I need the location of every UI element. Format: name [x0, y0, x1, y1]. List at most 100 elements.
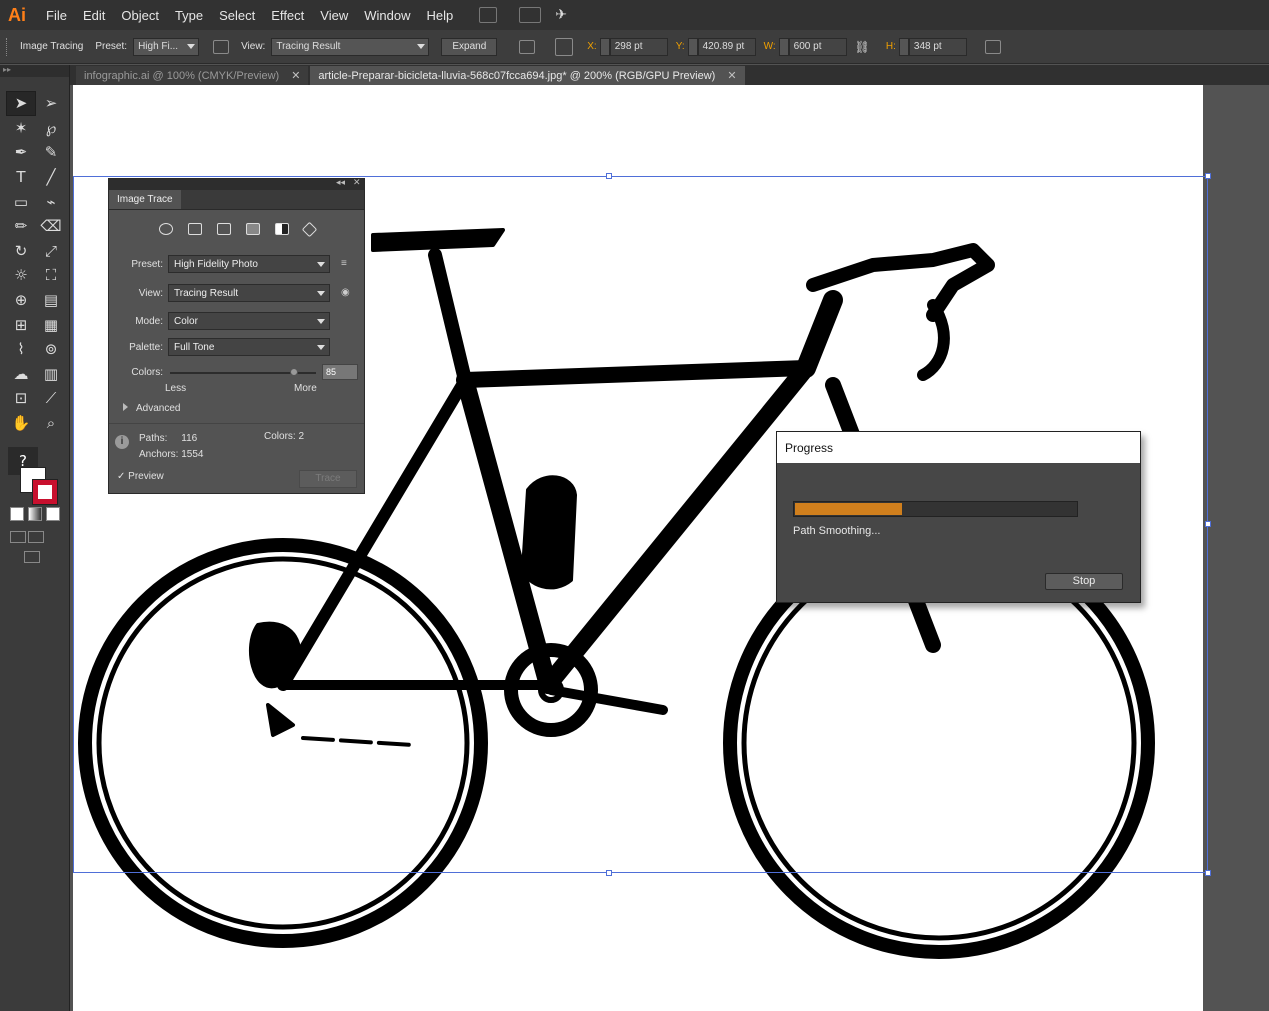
direct-selection-tool-icon[interactable]: ➢ [36, 91, 66, 116]
grayscale-icon[interactable] [245, 223, 260, 235]
expand-button[interactable]: Expand [441, 37, 498, 56]
artboard-tool-icon[interactable]: ⊡ [6, 386, 36, 411]
rectangle-tool-icon[interactable]: ▭ [6, 189, 36, 214]
rotate-tool-icon[interactable]: ↻ [6, 239, 36, 264]
w-field[interactable]: 600 pt [788, 37, 847, 56]
zoom-tool-icon[interactable]: ⌕ [36, 411, 66, 436]
black-and-white-icon[interactable] [274, 223, 289, 235]
preview-checkbox[interactable]: ✓ Preview [117, 471, 164, 482]
advanced-toggle[interactable]: Advanced [123, 403, 180, 414]
preset-dropdown[interactable]: High Fi... [133, 37, 200, 56]
sync-icon[interactable]: ✈ [555, 7, 567, 23]
shape-builder-tool-icon[interactable]: ⊕ [6, 288, 36, 313]
menu-select[interactable]: Select [211, 8, 263, 23]
pen-tool-icon[interactable]: ✒ [6, 140, 36, 165]
close-icon[interactable]: ✕ [353, 177, 361, 188]
x-spinner[interactable] [599, 37, 610, 56]
symbol-tool-icon[interactable]: ☁ [6, 362, 36, 387]
screen-mode-icon[interactable] [24, 551, 40, 563]
curvature-tool-icon[interactable]: ✎ [36, 140, 66, 165]
magic-wand-tool-icon[interactable]: ✶ [6, 116, 36, 141]
type-tool-icon[interactable]: T [6, 165, 36, 190]
document-tab[interactable]: infographic.ai @ 100% (CMYK/Preview) ✕ [76, 66, 309, 85]
selection-handle-top-right[interactable] [1205, 173, 1211, 179]
menu-object[interactable]: Object [113, 8, 167, 23]
trace-button[interactable]: Trace [299, 470, 357, 488]
none-mode-icon[interactable] [46, 507, 60, 521]
selection-tool-icon[interactable]: ➤ [6, 91, 36, 116]
draw-mode-icon[interactable] [10, 531, 26, 543]
selection-handle-right[interactable] [1205, 521, 1211, 527]
blend-tool-icon[interactable]: ⊚ [36, 337, 66, 362]
menu-view[interactable]: View [312, 8, 356, 23]
reference-point-icon[interactable] [555, 37, 574, 56]
close-icon[interactable]: ✕ [727, 69, 736, 82]
preset-menu-icon[interactable]: ≡ [341, 258, 353, 269]
gradient-mode-icon[interactable] [28, 507, 42, 521]
line-segment-tool-icon[interactable]: ╱ [36, 165, 66, 190]
paintbrush-tool-icon[interactable]: ⌁ [36, 189, 66, 214]
draw-behind-icon[interactable] [28, 531, 44, 543]
control-bar-grip[interactable] [6, 37, 10, 56]
y-spinner[interactable] [687, 37, 698, 56]
panel-titlebar[interactable]: ◂◂ ✕ [109, 177, 364, 190]
color-mode-icon[interactable] [10, 507, 24, 521]
outline-icon[interactable] [301, 221, 317, 237]
auto-color-icon[interactable] [158, 223, 173, 235]
eraser-tool-icon[interactable]: ⌫ [36, 214, 66, 239]
image-trace-panel-icon[interactable] [213, 39, 230, 54]
workspace-layout-icon[interactable] [519, 7, 542, 23]
eyedropper-tool-icon[interactable]: ⌇ [6, 337, 36, 362]
document-tab[interactable]: article-Preparar-bicicleta-lluvia-568c07… [310, 66, 745, 85]
menu-help[interactable]: Help [418, 8, 461, 23]
warp-tool-icon[interactable]: ☼ [6, 263, 36, 288]
y-label: Y: [675, 41, 685, 52]
bridge-icon[interactable] [479, 7, 498, 23]
slice-tool-icon[interactable]: ⟋ [36, 386, 66, 411]
stop-button[interactable]: Stop [1045, 573, 1123, 590]
align-icon[interactable] [519, 39, 536, 54]
hand-tool-icon[interactable]: ✋ [6, 411, 36, 436]
mode-select[interactable]: Color [168, 312, 330, 330]
stroke-swatch[interactable] [32, 479, 58, 505]
view-dropdown[interactable]: Tracing Result [271, 37, 430, 56]
symbol-sprayer-tool-icon[interactable]: ▤ [36, 288, 66, 313]
free-transform-tool-icon[interactable]: ⛶ [36, 263, 66, 288]
colors-field[interactable]: 85 [322, 364, 358, 380]
y-field[interactable]: 420.89 pt [697, 37, 756, 56]
mesh-tool-icon[interactable]: ⊞ [6, 312, 36, 337]
menu-edit[interactable]: Edit [75, 8, 113, 23]
gradient-tool-icon[interactable]: ▦ [36, 312, 66, 337]
w-spinner[interactable] [778, 37, 789, 56]
selection-handle-top[interactable] [606, 173, 612, 179]
eye-icon[interactable]: ◉ [341, 287, 353, 298]
menu-file[interactable]: File [38, 8, 75, 23]
high-color-icon[interactable] [187, 223, 202, 235]
graph-tool-icon[interactable]: ▥ [36, 362, 66, 387]
palette-select[interactable]: Full Tone [168, 338, 330, 356]
h-spinner[interactable] [898, 37, 909, 56]
collapse-icon[interactable]: ◂◂ [336, 177, 345, 188]
lasso-tool-icon[interactable]: ℘ [36, 116, 66, 141]
menu-type[interactable]: Type [167, 8, 211, 23]
low-color-icon[interactable] [216, 223, 231, 235]
selection-handle-bottom-right[interactable] [1205, 870, 1211, 876]
menu-effect[interactable]: Effect [263, 8, 312, 23]
document-tabs: infographic.ai @ 100% (CMYK/Preview) ✕ art… [0, 65, 1269, 85]
constrain-proportions-icon[interactable]: ⛓ [855, 40, 870, 54]
paths-value: 116 [181, 433, 198, 444]
progress-dialog: Progress Path Smoothing... Stop [776, 431, 1141, 603]
colors-stat-value: 2 [298, 431, 305, 442]
menu-window[interactable]: Window [356, 8, 418, 23]
toolbox-header[interactable]: ▸▸ [0, 65, 69, 77]
close-icon[interactable]: ✕ [291, 69, 300, 82]
selection-handle-bottom[interactable] [606, 870, 612, 876]
transform-icon[interactable] [984, 39, 1001, 54]
pencil-tool-icon[interactable]: ✏ [6, 214, 36, 239]
x-field[interactable]: 298 pt [609, 37, 668, 56]
scale-tool-icon[interactable]: ⤢ [36, 239, 66, 264]
h-field[interactable]: 348 pt [908, 37, 967, 56]
preset-select[interactable]: High Fidelity Photo [168, 255, 330, 273]
panel-tab-image-trace[interactable]: Image Trace [109, 190, 181, 209]
view-select[interactable]: Tracing Result [168, 284, 330, 302]
